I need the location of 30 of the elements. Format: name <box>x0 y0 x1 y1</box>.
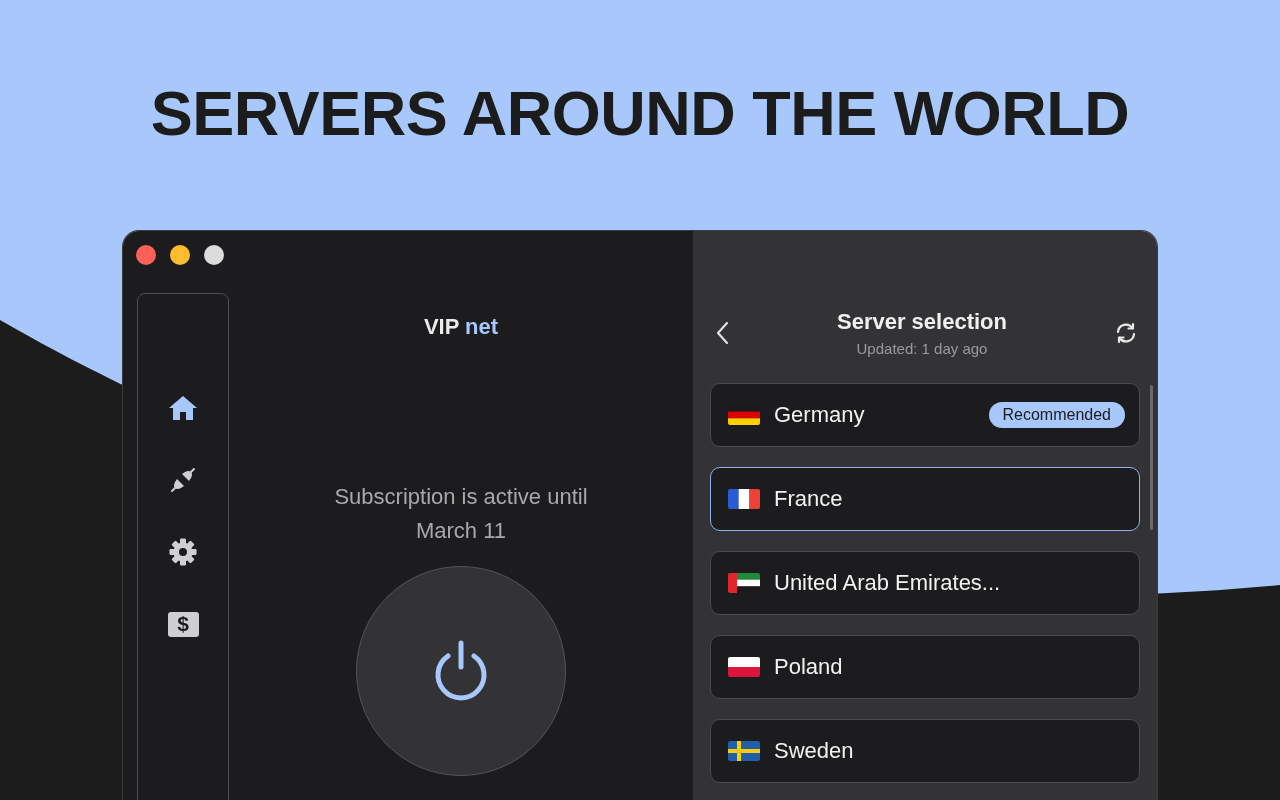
flag-icon <box>728 487 760 511</box>
server-item[interactable]: United Arab Emirates... <box>710 551 1140 615</box>
server-item[interactable]: Poland <box>710 635 1140 699</box>
plug-icon[interactable] <box>169 466 197 494</box>
flag-icon <box>728 655 760 679</box>
dollar-icon[interactable]: $ <box>167 611 199 637</box>
refresh-icon[interactable] <box>1115 322 1137 344</box>
scrollbar[interactable] <box>1150 385 1153 530</box>
server-item[interactable]: France <box>710 467 1140 531</box>
server-item[interactable]: Sweden <box>710 719 1140 783</box>
back-icon[interactable] <box>715 321 729 345</box>
country-name: Poland <box>774 654 844 680</box>
headline: SERVERS AROUND THE WORLD <box>150 77 1130 150</box>
flag-icon <box>728 571 760 595</box>
app-logo: VIP net <box>423 314 499 340</box>
country-name: Sweden <box>774 738 855 764</box>
recommended-badge: Recommended <box>988 402 1125 428</box>
home-icon[interactable] <box>168 395 198 421</box>
server-item[interactable]: Germany Recommended <box>710 383 1140 447</box>
country-name: France <box>774 486 844 512</box>
settings-icon[interactable] <box>169 538 197 566</box>
close-button[interactable] <box>136 245 156 265</box>
minimize-button[interactable] <box>170 245 190 265</box>
subscription-text: Subscription is active until March 11 <box>333 483 589 545</box>
flag-icon <box>728 739 760 763</box>
country-name: United Arab Emirates... <box>774 570 1002 596</box>
zoom-button[interactable] <box>204 245 224 265</box>
updated-text: Updated: 1 day ago <box>856 340 988 357</box>
country-name: Germany <box>774 402 866 428</box>
panel-title: Server selection <box>837 309 1007 335</box>
